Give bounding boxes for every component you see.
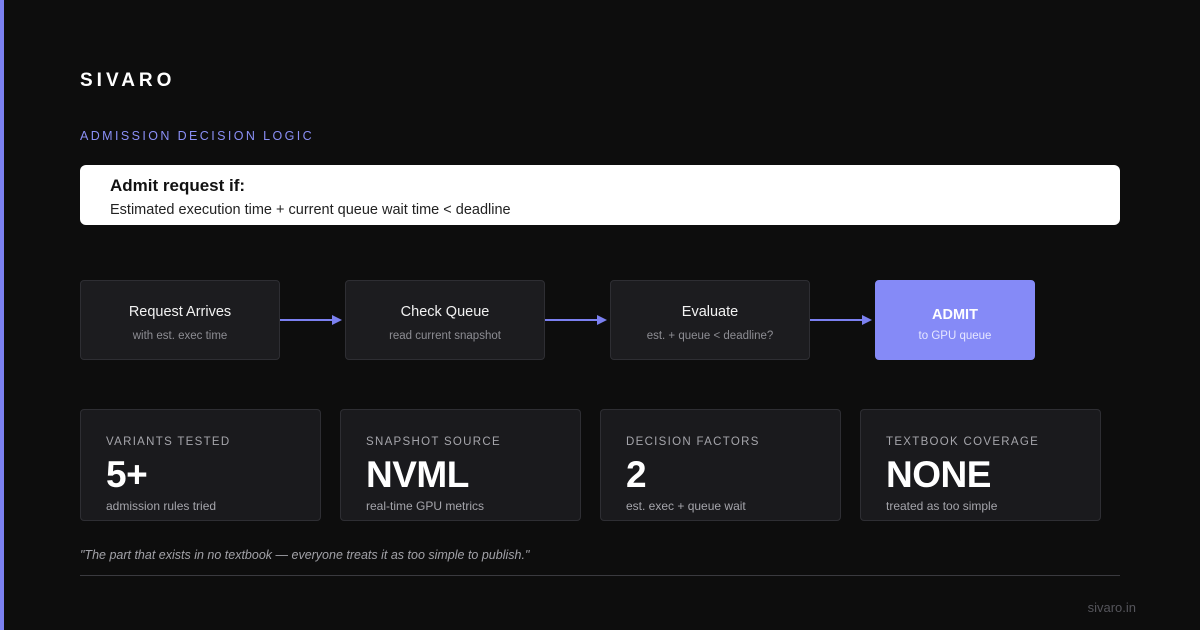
flow-node-admit: ADMIT to GPU queue xyxy=(875,280,1035,360)
stat-card-textbook-coverage: TEXTBOOK COVERAGE NONE treated as too si… xyxy=(860,409,1101,521)
stat-label: VARIANTS TESTED xyxy=(106,436,231,448)
accent-bar xyxy=(0,0,4,630)
stat-subtitle: admission rules tried xyxy=(106,499,217,513)
node-subtitle: read current snapshot xyxy=(389,330,501,342)
stat-label: SNAPSHOT SOURCE xyxy=(366,436,501,448)
node-subtitle: est. + queue < deadline? xyxy=(646,330,774,342)
stat-value: NVML xyxy=(366,454,469,495)
stat-value: 5+ xyxy=(106,454,148,495)
stat-label: TEXTBOOK COVERAGE xyxy=(886,436,1040,448)
stat-subtitle: est. exec + queue wait xyxy=(626,499,746,513)
stat-card-decision-factors: DECISION FACTORS 2 est. exec + queue wai… xyxy=(600,409,841,521)
stat-label: DECISION FACTORS xyxy=(626,436,760,448)
flow-node-evaluate: Evaluate est. + queue < deadline? xyxy=(610,280,810,360)
node-title: Evaluate xyxy=(681,304,739,320)
stat-card-snapshot-source: SNAPSHOT SOURCE NVML real-time GPU metri… xyxy=(340,409,581,521)
flow-node-request-arrives: Request Arrives with est. exec time xyxy=(80,280,280,360)
rule-text: Estimated execution time + current queue… xyxy=(110,202,511,218)
divider xyxy=(80,575,1120,576)
node-title: Check Queue xyxy=(400,304,490,320)
stat-value: 2 xyxy=(626,454,647,495)
stat-subtitle: real-time GPU metrics xyxy=(366,499,485,513)
stat-value: NONE xyxy=(886,454,991,495)
flow-node-check-queue: Check Queue read current snapshot xyxy=(345,280,545,360)
node-subtitle: to GPU queue xyxy=(918,330,992,342)
footer-url: sivaro.in xyxy=(1087,600,1136,615)
brand-logo: SIVARO xyxy=(80,70,176,91)
stat-subtitle: treated as too simple xyxy=(886,499,998,513)
node-subtitle: with est. exec time xyxy=(132,330,228,342)
stat-card-variants-tested: VARIANTS TESTED 5+ admission rules tried xyxy=(80,409,321,521)
flow-arrow xyxy=(545,315,607,325)
admission-rule-box: Admit request if: Estimated execution ti… xyxy=(80,165,1120,225)
quote-text: "The part that exists in no textbook — e… xyxy=(80,548,530,562)
node-title: ADMIT xyxy=(932,307,978,323)
rule-title: Admit request if: xyxy=(110,176,246,195)
section-label: ADMISSION DECISION LOGIC xyxy=(80,129,315,143)
flow-arrow xyxy=(810,315,872,325)
flow-arrow xyxy=(280,315,342,325)
node-title: Request Arrives xyxy=(128,304,232,320)
